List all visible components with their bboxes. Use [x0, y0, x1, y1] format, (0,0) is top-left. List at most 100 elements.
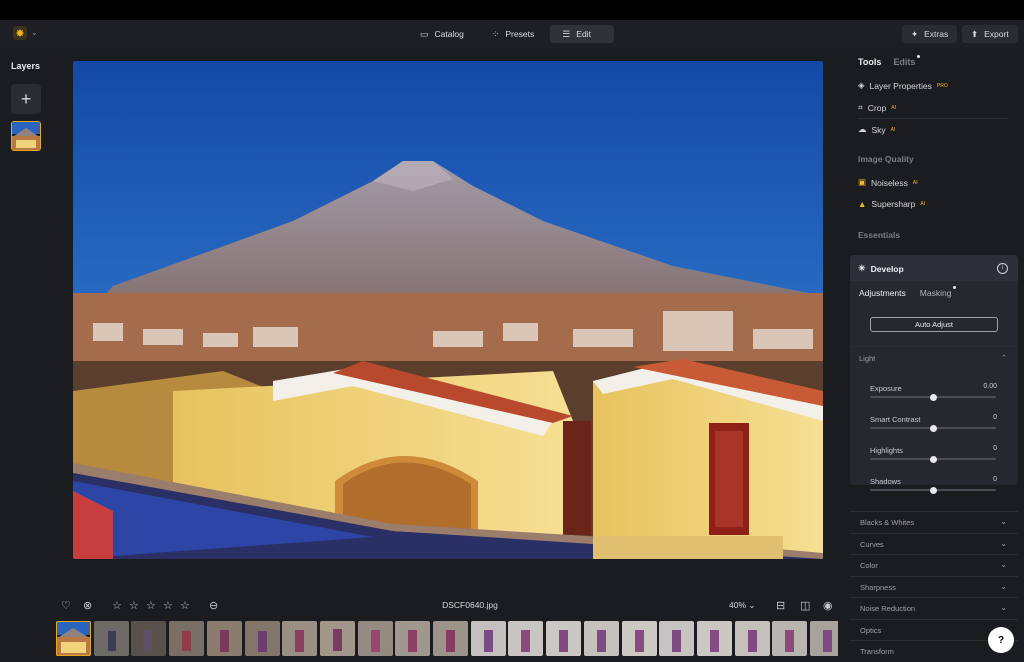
luminar-sun-icon[interactable]: ✸ [13, 26, 27, 40]
develop-subtabs: Adjustments Masking [859, 286, 957, 298]
tab-edits[interactable]: Edits [893, 55, 921, 67]
tab-edit[interactable]: ☰ Edit [550, 25, 615, 43]
tab-tools[interactable]: Tools [858, 57, 881, 67]
filmstrip [56, 621, 838, 657]
tab-edits-label: Edits [893, 57, 916, 67]
tool-supersharp-label: Supersharp [871, 199, 916, 209]
shadows-value[interactable]: 0 [993, 476, 997, 483]
film-thumb[interactable] [772, 621, 808, 656]
heart-icon[interactable]: ♡ [61, 599, 71, 612]
star-3-icon[interactable]: ☆ [146, 599, 156, 612]
ai-badge: AI [890, 126, 896, 133]
film-thumb[interactable] [621, 621, 657, 656]
section-curves[interactable]: Curves ⌄ [850, 533, 1018, 555]
tab-catalog[interactable]: ▭ Catalog [408, 25, 476, 43]
divider [850, 346, 1018, 347]
tool-layer-properties[interactable]: ◈ Layer Properties PRO [858, 80, 948, 91]
develop-panel: ☀ Develop i Adjustments Masking Auto Adj… [850, 255, 1018, 494]
add-layer-button[interactable]: + [11, 84, 41, 114]
slider-knob[interactable] [929, 486, 937, 494]
chevron-down-icon[interactable]: ⌄ [31, 28, 38, 37]
ai-badge: AI [891, 104, 896, 111]
subtab-masking[interactable]: Masking [920, 286, 957, 298]
section-image-quality: Image Quality [858, 154, 914, 164]
layer-thumbnail[interactable] [11, 121, 41, 151]
zoom-dropdown[interactable]: 40% ⌄ [729, 600, 756, 611]
film-thumb[interactable] [93, 621, 129, 656]
film-thumb[interactable] [357, 621, 393, 656]
section-color[interactable]: Color ⌄ [850, 554, 1018, 576]
section-label: Curves [860, 540, 884, 549]
extras-button[interactable]: ✦ Extras [902, 25, 958, 43]
smart-contrast-slider[interactable] [870, 424, 996, 432]
filmstrip-toggle-icon[interactable]: ⊟ [776, 599, 785, 612]
star-2-icon[interactable]: ☆ [129, 599, 139, 612]
film-thumb[interactable] [131, 621, 167, 656]
tool-crop[interactable]: ⌗ Crop AI [858, 102, 896, 113]
info-icon[interactable]: i [997, 263, 1008, 274]
auto-adjust-button[interactable]: Auto Adjust [870, 317, 998, 332]
star-4-icon[interactable]: ☆ [163, 599, 173, 612]
highlights-value[interactable]: 0 [993, 445, 997, 452]
film-thumb[interactable] [470, 621, 506, 656]
crop-icon: ⌗ [858, 102, 863, 112]
subtab-adjustments[interactable]: Adjustments [859, 288, 906, 298]
chevron-up-icon[interactable]: ⌃ [1001, 354, 1007, 362]
bottom-toolbar: ♡ ⊗ ☆ ☆ ☆ ☆ ☆ ⊖ DSCF0640.jpg 40% ⌄ ⊟ ◫ ◉ [57, 596, 839, 616]
smart-contrast-value[interactable]: 0 [993, 414, 997, 421]
export-icon: ⬆ [971, 28, 979, 39]
zoom-value: 40% [729, 600, 747, 610]
film-thumb[interactable] [546, 621, 582, 656]
film-thumb[interactable] [56, 621, 91, 656]
exposure-value[interactable]: 0.00 [983, 383, 997, 390]
film-thumb[interactable] [395, 621, 431, 656]
ai-badge: AI [920, 201, 926, 207]
layers-icon: ◈ [858, 80, 865, 90]
slider-knob[interactable] [929, 455, 937, 463]
clear-rating-icon[interactable]: ⊖ [209, 599, 218, 612]
film-thumb[interactable] [282, 621, 318, 656]
shadows-slider[interactable] [870, 486, 996, 494]
section-label: Color [860, 561, 878, 570]
main-photo[interactable] [73, 61, 823, 559]
film-thumb[interactable] [433, 621, 468, 656]
section-blacks-whites[interactable]: Blacks & Whites ⌄ [850, 511, 1018, 533]
section-label: Noise Reduction [860, 604, 916, 613]
star-1-icon[interactable]: ☆ [112, 599, 122, 612]
film-thumb[interactable] [696, 621, 732, 656]
film-thumb[interactable] [169, 621, 205, 656]
help-chat-button[interactable]: ? [988, 627, 1014, 653]
film-thumb[interactable] [508, 621, 544, 656]
film-thumb[interactable] [810, 621, 838, 656]
tool-supersharp[interactable]: ▲ Supersharp AI [858, 199, 925, 209]
slider-knob[interactable] [929, 424, 937, 432]
tool-sky[interactable]: ☁ Sky AI [858, 124, 895, 135]
right-panel-tabs: Tools Edits [858, 55, 921, 67]
film-thumb[interactable] [659, 621, 695, 656]
compare-icon[interactable]: ◫ [800, 599, 810, 612]
exposure-slider[interactable] [870, 393, 996, 401]
right-panel: Tools Edits ◈ Layer Properties PRO ⌗ Cro… [850, 48, 1018, 662]
develop-header[interactable]: ☀ Develop i [850, 255, 1018, 281]
film-thumb[interactable] [206, 621, 242, 656]
film-thumb[interactable] [583, 621, 619, 656]
tab-presets[interactable]: ⁘ Presets [480, 25, 546, 43]
star-5-icon[interactable]: ☆ [180, 599, 190, 612]
highlights-slider[interactable] [870, 455, 996, 463]
section-essentials: Essentials [858, 230, 901, 240]
slider-knob[interactable] [929, 393, 937, 401]
export-label: Export [984, 29, 1009, 39]
section-noise-reduction[interactable]: Noise Reduction ⌄ [850, 597, 1018, 619]
film-thumb[interactable] [734, 621, 770, 656]
section-sharpness[interactable]: Sharpness ⌄ [850, 576, 1018, 598]
export-button[interactable]: ⬆ Export [962, 25, 1018, 43]
tool-noiseless[interactable]: ▣ Noiseless AI [858, 177, 918, 188]
sliders-icon: ☰ [562, 28, 571, 39]
reject-icon[interactable]: ⊗ [83, 599, 92, 612]
section-light[interactable]: Light [859, 354, 875, 363]
tool-sky-label: Sky [871, 124, 886, 135]
eye-icon[interactable]: ◉ [823, 599, 833, 612]
film-thumb[interactable] [244, 621, 280, 656]
folder-icon: ▭ [420, 28, 429, 39]
film-thumb[interactable] [319, 621, 355, 656]
